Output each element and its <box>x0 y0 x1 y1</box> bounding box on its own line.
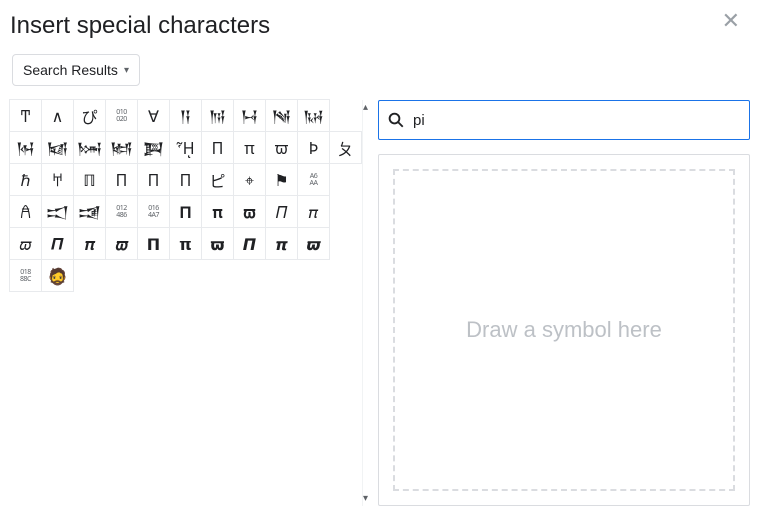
scrollbar[interactable]: ▴ ▾ <box>362 100 363 506</box>
character-cell[interactable]: 𝛑 <box>201 195 234 228</box>
character-cell[interactable]: 010020 <box>105 99 138 132</box>
character-cell[interactable]: 𝞹 <box>265 227 298 260</box>
right-pane: Draw a symbol here <box>358 100 750 506</box>
character-cell[interactable]: 𝜋 <box>297 195 330 228</box>
character-cell[interactable]: ⌖ <box>233 163 266 196</box>
character-cell[interactable]: 0164A7 <box>137 195 170 228</box>
dialog-title: Insert special characters <box>0 0 758 48</box>
character-cell[interactable]: 𒀂 <box>233 99 266 132</box>
character-cell[interactable]: 𒀃 <box>265 99 298 132</box>
draw-area[interactable]: Draw a symbol here <box>378 154 750 506</box>
character-cell[interactable]: 𝝅 <box>73 227 106 260</box>
character-cell[interactable]: 𒀊 <box>41 195 74 228</box>
character-cell[interactable]: 𒀀 <box>169 99 202 132</box>
character-cell[interactable]: ∀ <box>137 99 170 132</box>
character-cell[interactable]: 𒀅 <box>9 131 42 164</box>
character-cell[interactable]: Π <box>137 163 170 196</box>
character-cell[interactable]: 𝝥 <box>137 227 170 260</box>
draw-canvas[interactable]: Draw a symbol here <box>393 169 735 491</box>
character-cell[interactable]: 01888C <box>9 259 42 292</box>
caret-icon: ▾ <box>124 65 129 76</box>
character-cell[interactable]: 🧔 <box>41 259 74 292</box>
character-cell[interactable]: 𝞏 <box>201 227 234 260</box>
character-cell[interactable]: ⚑ <box>265 163 298 196</box>
character-cell[interactable]: ピ <box>201 163 234 196</box>
character-cell[interactable]: 𒀉 <box>137 131 170 164</box>
character-cell[interactable]: ℏ <box>9 163 42 196</box>
character-cell[interactable]: 𝛱 <box>265 195 298 228</box>
category-label: Search Results <box>23 62 118 78</box>
content: Ͳ∧ぴ010020∀𒀀𒀁𒀂𒀃𒀄𒀅𒀆𒀇𒀈𒀉ᾟПπϖÞㄆℏ𐀀ℿΠΠΠピ⌖⚑A6AA𐀁… <box>0 100 758 506</box>
character-cell[interactable]: 𒀋 <box>73 195 106 228</box>
character-cell[interactable]: ∧ <box>41 99 74 132</box>
character-cell[interactable]: ぴ <box>73 99 106 132</box>
character-cell[interactable]: Ͳ <box>9 99 42 132</box>
character-cell[interactable]: π <box>233 131 266 164</box>
character-cell[interactable]: 𝚷 <box>169 195 202 228</box>
character-cell[interactable]: 𒀆 <box>41 131 74 164</box>
character-cell[interactable]: 𝛡 <box>233 195 266 228</box>
character-cell[interactable]: ϖ <box>265 131 298 164</box>
character-cell[interactable]: Π <box>105 163 138 196</box>
character-cell[interactable]: Π <box>169 163 202 196</box>
character-cell[interactable]: 𝞟 <box>233 227 266 260</box>
search-box[interactable] <box>378 100 750 140</box>
category-dropdown[interactable]: Search Results ▾ <box>12 54 140 86</box>
close-icon[interactable]: ✕ <box>722 8 740 34</box>
character-cell[interactable]: 𐀀 <box>41 163 74 196</box>
character-cell[interactable]: 012486 <box>105 195 138 228</box>
character-cell[interactable]: A6AA <box>297 163 330 196</box>
search-input[interactable] <box>411 111 741 130</box>
character-cell[interactable]: 𒀄 <box>297 99 330 132</box>
character-cell[interactable]: ᾟ <box>169 131 202 164</box>
draw-placeholder: Draw a symbol here <box>466 317 662 343</box>
character-cell[interactable]: Þ <box>297 131 330 164</box>
character-cell[interactable]: 𒀇 <box>73 131 106 164</box>
character-cell[interactable]: 𝜛 <box>9 227 42 260</box>
category-row: Search Results ▾ <box>0 48 758 100</box>
character-cell[interactable]: 𒀈 <box>105 131 138 164</box>
character-cell[interactable]: 𝜫 <box>41 227 74 260</box>
character-cell[interactable]: ℿ <box>73 163 106 196</box>
character-cell[interactable]: 𝟉 <box>297 227 330 260</box>
character-cell[interactable]: 𒀁 <box>201 99 234 132</box>
search-icon <box>387 111 405 129</box>
character-cell[interactable]: 𝝿 <box>169 227 202 260</box>
character-cell[interactable]: 𝝕 <box>105 227 138 260</box>
character-cell[interactable]: 𐀁 <box>9 195 42 228</box>
character-cell[interactable]: П <box>201 131 234 164</box>
character-grid: Ͳ∧ぴ010020∀𒀀𒀁𒀂𒀃𒀄𒀅𒀆𒀇𒀈𒀉ᾟПπϖÞㄆℏ𐀀ℿΠΠΠピ⌖⚑A6AA𐀁… <box>10 100 362 506</box>
character-pane: Ͳ∧ぴ010020∀𒀀𒀁𒀂𒀃𒀄𒀅𒀆𒀇𒀈𒀉ᾟПπϖÞㄆℏ𐀀ℿΠΠΠピ⌖⚑A6AA𐀁… <box>10 100 358 506</box>
